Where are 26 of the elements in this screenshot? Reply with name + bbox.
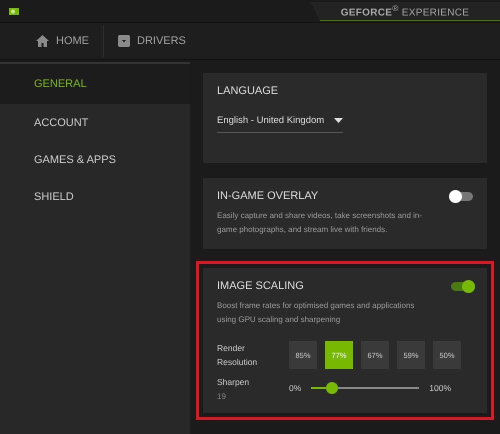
caret-icon: [334, 118, 343, 123]
drivers-icon: [118, 35, 130, 47]
slider-thumb[interactable]: [326, 382, 338, 394]
language-dropdown[interactable]: English - United Kingdom: [217, 115, 343, 133]
sharpen-label: Sharpen: [217, 376, 250, 389]
card-title: IMAGE SCALING: [217, 280, 304, 292]
toggle-switch[interactable]: [451, 192, 473, 200]
card-description: Easily capture and share videos, take screenshots and in-game photographs, and stream live with friends.: [217, 210, 424, 236]
app-title: GEFORCE$^{®}$ EXPERIENCE: [340, 2, 470, 18]
sharpen-slider[interactable]: [311, 382, 420, 394]
card-title: IN-GAME OVERLAY: [217, 190, 318, 202]
nav-tab[interactable]: DRIVERS: [118, 35, 186, 47]
sidebar-item[interactable]: GENERAL: [0, 64, 190, 104]
logo-icon: [8, 6, 20, 16]
slider-min-label: 0%: [289, 383, 302, 393]
card-description: Boost frame rates for optimised games and applications using GPU scaling and sharpening: [217, 300, 416, 326]
sidebar-item[interactable]: SHIELD: [0, 178, 190, 215]
resolution-label: Render Resolution: [217, 342, 258, 369]
home-icon: [36, 35, 49, 47]
sidebar-item[interactable]: GAMES & APPS: [0, 141, 190, 178]
slider-max-label: 100%: [429, 383, 452, 393]
sidebar-item[interactable]: ACCOUNT: [0, 104, 190, 141]
sharpen-value: 19: [217, 392, 227, 401]
toggle-switch[interactable]: [451, 282, 473, 290]
nav-tab[interactable]: HOME: [36, 35, 89, 47]
card-title: LANGUAGE: [217, 85, 278, 97]
